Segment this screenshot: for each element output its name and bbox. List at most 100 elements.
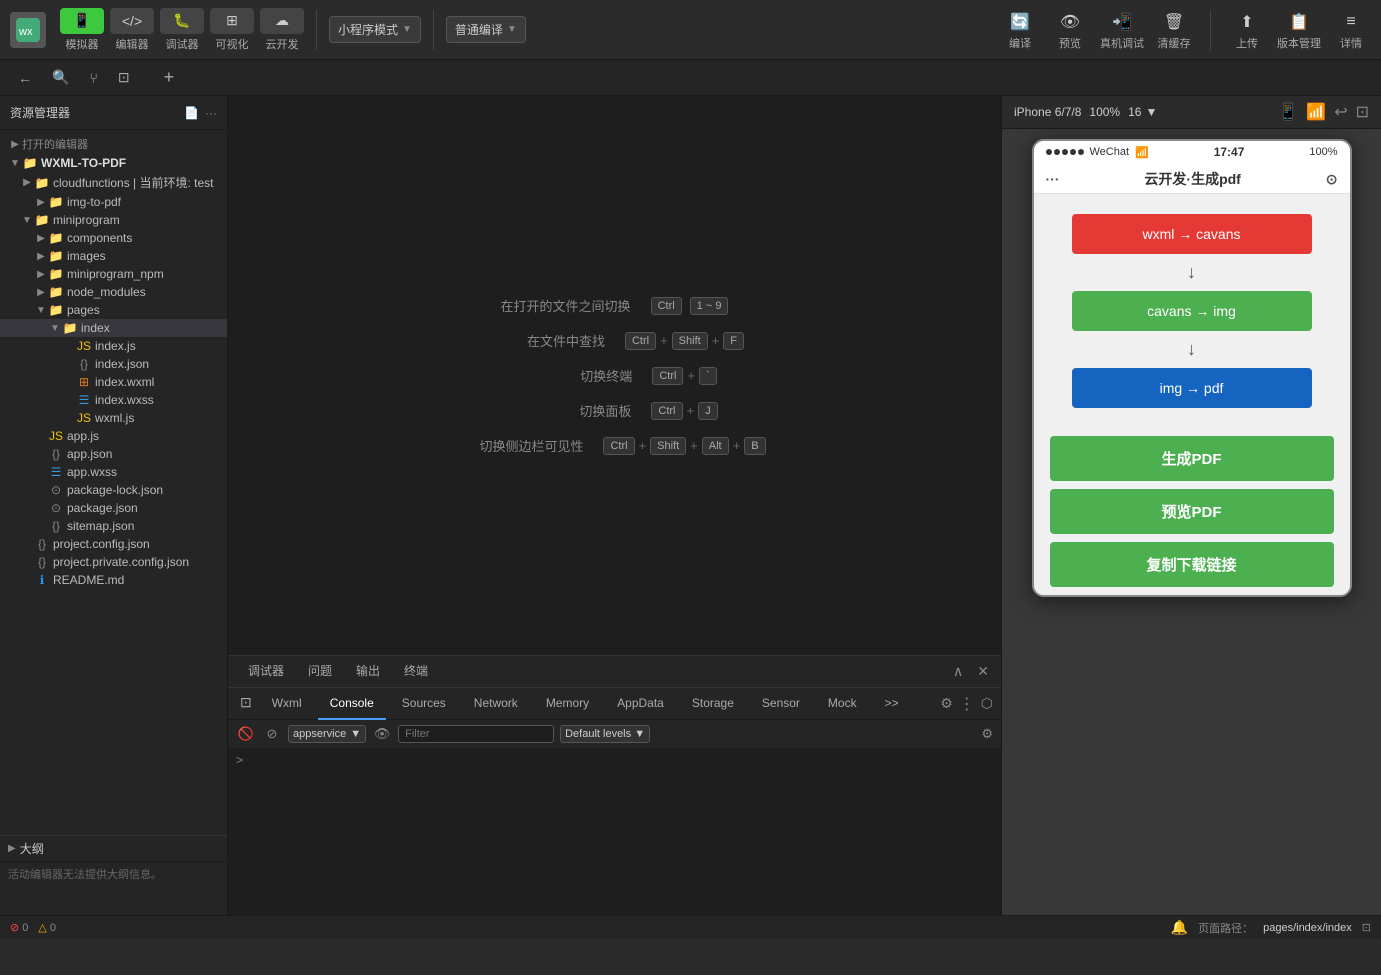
subtab-sources[interactable]: Sources	[390, 688, 458, 720]
tree-project-config-json[interactable]: {} project.config.json	[0, 535, 227, 553]
tree-components[interactable]: ▶ 📁 components	[0, 229, 227, 247]
subtab-wxml[interactable]: Wxml	[260, 688, 314, 720]
tab-debugger[interactable]: 调试器	[236, 656, 296, 688]
simulator-btn[interactable]: 📱 模拟器	[60, 8, 104, 52]
debug-filter-input[interactable]	[398, 725, 554, 743]
phone-reload-icon[interactable]: ↩	[1334, 102, 1347, 122]
back-btn[interactable]: ←	[10, 66, 40, 90]
debug-service-select[interactable]: appservice ▼	[288, 725, 366, 743]
more-icon[interactable]: ···	[205, 106, 217, 120]
tree-index-js[interactable]: JS index.js	[0, 337, 227, 355]
top-toolbar: wx 📱 模拟器 </> 编辑器 🐛 调试器 ⊞ 可视化 ☁ 云开发 小程序模式…	[0, 0, 1381, 60]
outline-content: 活动编辑器无法提供大纲信息。	[0, 862, 227, 886]
project-root[interactable]: ▼ 📁 WXML-TO-PDF	[0, 154, 227, 172]
page-path-link-icon[interactable]: ⊡	[1362, 921, 1371, 934]
tree-package-lock-json[interactable]: ⊙ package-lock.json	[0, 481, 227, 499]
source-control-btn[interactable]: ⑂	[81, 66, 105, 90]
phone-wifi-icon[interactable]: 📶	[1306, 102, 1326, 122]
search-btn[interactable]: 🔍	[44, 65, 77, 90]
tree-project-private-json[interactable]: {} project.private.config.json	[0, 553, 227, 571]
debugger-btn[interactable]: 🐛 调试器	[160, 8, 204, 52]
new-file-icon[interactable]: 📄	[184, 106, 199, 120]
debug-clear-btn[interactable]: 🚫	[236, 724, 256, 744]
debug-expand-icon[interactable]: ∧	[949, 661, 967, 682]
subtab-more[interactable]: >>	[873, 688, 911, 720]
recent-editors-header[interactable]: ▶ 打开的编辑器	[0, 134, 227, 154]
tab-terminal[interactable]: 终端	[392, 656, 440, 688]
debug-pause-btn[interactable]: ⊘	[262, 724, 282, 744]
warning-count: △ 0	[38, 921, 56, 934]
tree-readme-md[interactable]: ℹ README.md	[0, 571, 227, 589]
phone-btn-wxml[interactable]: wxml → cavans	[1072, 214, 1312, 254]
phone-status-bar: WeChat 📶 17:47 100%	[1034, 141, 1350, 163]
tree-img-to-pdf[interactable]: ▶ 📁 img-to-pdf	[0, 193, 227, 211]
debug-close-icon[interactable]: ✕	[973, 661, 993, 682]
split-btn[interactable]: ⊡	[110, 65, 138, 90]
phone-fullscreen-icon[interactable]: ⊡	[1356, 102, 1369, 122]
preview-btn[interactable]: 👁 预览	[1050, 9, 1090, 51]
tree-miniprogram-npm[interactable]: ▶ 📁 miniprogram_npm	[0, 265, 227, 283]
phone-btn-cavans[interactable]: cavans → img	[1072, 291, 1312, 331]
phone-btn-img[interactable]: img → pdf	[1072, 368, 1312, 408]
subtab-selector[interactable]: ⊡	[236, 688, 256, 720]
tree-app-wxss[interactable]: ☰ app.wxss	[0, 463, 227, 481]
tree-sitemap-json[interactable]: {} sitemap.json	[0, 517, 227, 535]
subtab-storage[interactable]: Storage	[680, 688, 746, 720]
subtab-console[interactable]: Console	[318, 688, 386, 720]
editor-area: 在打开的文件之间切换 Ctrl 1 ~ 9 在文件中查找 Ctrl + Shif…	[228, 96, 1001, 655]
status-left: ⊘ 0 △ 0	[10, 921, 56, 934]
phone-preview-btn[interactable]: 预览PDF	[1050, 489, 1334, 534]
debug-popout-icon[interactable]: ⬡	[981, 695, 993, 712]
clean-cache-btn[interactable]: 🗑 清缓存	[1154, 9, 1194, 51]
real-machine-btn[interactable]: 📲 真机调试	[1100, 9, 1144, 51]
tree-index-folder[interactable]: ▼ 📁 index	[0, 319, 227, 337]
subtab-network[interactable]: Network	[462, 688, 530, 720]
tree-index-wxss[interactable]: ☰ index.wxss	[0, 391, 227, 409]
tree-package-json[interactable]: ⊙ package.json	[0, 499, 227, 517]
cloud-btn[interactable]: ☁ 云开发	[260, 8, 304, 52]
add-file-btn[interactable]: +	[156, 63, 183, 92]
tree-pages[interactable]: ▼ 📁 pages	[0, 301, 227, 319]
subtab-sensor[interactable]: Sensor	[750, 688, 812, 720]
upload-btn[interactable]: ⬆ 上传	[1227, 9, 1267, 51]
tree-index-json[interactable]: {} index.json	[0, 355, 227, 373]
phone-model-select[interactable]: iPhone 6/7/8 100% 16 ▼	[1014, 105, 1157, 119]
mode-dropdown[interactable]: 小程序模式 ▼	[329, 16, 421, 43]
tree-app-json[interactable]: {} app.json	[0, 445, 227, 463]
subtab-memory[interactable]: Memory	[534, 688, 601, 720]
phone-camera-icon[interactable]: ⊙	[1326, 171, 1338, 188]
debug-settings-btn[interactable]: ⚙	[981, 726, 993, 742]
tree-images[interactable]: ▶ 📁 images	[0, 247, 227, 265]
debug-eye-btn[interactable]: 👁	[372, 724, 392, 744]
tab-output[interactable]: 输出	[344, 656, 392, 688]
tree-index-wxml[interactable]: ⊞ index.wxml	[0, 373, 227, 391]
warning-icon: △	[38, 921, 46, 934]
tree-wxml-js[interactable]: JS wxml.js	[0, 409, 227, 427]
tree-miniprogram[interactable]: ▼ 📁 miniprogram	[0, 211, 227, 229]
tab-issues[interactable]: 问题	[296, 656, 344, 688]
compile-btn[interactable]: 🔄 编译	[1000, 9, 1040, 51]
tree-cloudfunctions[interactable]: ▶ 📁 cloudfunctions | 当前环境: test	[0, 172, 227, 193]
phone-generate-btn[interactable]: 生成PDF	[1050, 436, 1334, 481]
version-btn[interactable]: 📋 版本管理	[1277, 9, 1321, 51]
debug-level-select[interactable]: Default levels ▼	[560, 725, 650, 743]
tree-app-js[interactable]: JS app.js	[0, 427, 227, 445]
editor-hint: 在打开的文件之间切换 Ctrl 1 ~ 9 在文件中查找 Ctrl + Shif…	[463, 296, 765, 455]
detail-btn[interactable]: ≡ 详情	[1331, 9, 1371, 51]
compile-mode-dropdown[interactable]: 普通编译 ▼	[446, 16, 526, 43]
editor-btn[interactable]: </> 编辑器	[110, 8, 154, 52]
phone-signal	[1046, 149, 1084, 155]
phone-rotate-icon[interactable]: 📱	[1278, 102, 1298, 122]
phone-nav-back[interactable]: ···	[1046, 171, 1060, 187]
debug-settings-icon[interactable]: ⚙	[940, 695, 953, 712]
visualize-btn[interactable]: ⊞ 可视化	[210, 8, 254, 52]
debug-more-icon[interactable]: ⋮	[959, 694, 975, 714]
phone-header-icons: 📱 📶 ↩ ⊡	[1278, 102, 1369, 122]
subtab-mock[interactable]: Mock	[816, 688, 869, 720]
subtab-appdata[interactable]: AppData	[605, 688, 676, 720]
wifi-signal-icon: 📶	[1135, 146, 1149, 159]
phone-copy-btn[interactable]: 复制下载链接	[1050, 542, 1334, 587]
app-logo: wx	[10, 12, 46, 48]
separator2	[433, 10, 434, 50]
tree-node-modules[interactable]: ▶ 📁 node_modules	[0, 283, 227, 301]
